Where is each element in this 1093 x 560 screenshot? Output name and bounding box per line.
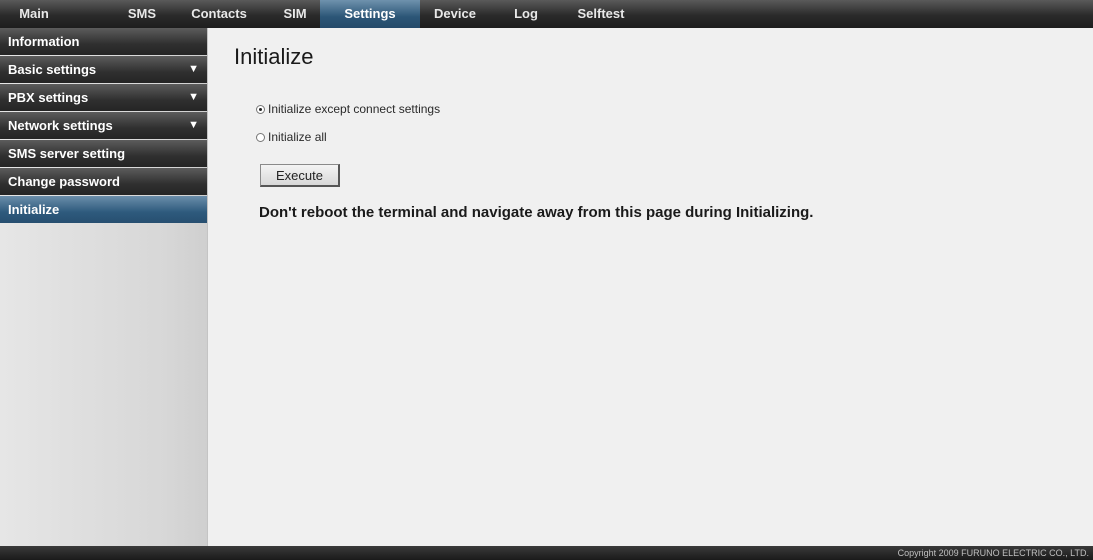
chevron-down-icon: ▼: [188, 91, 199, 103]
sidebar-item-label: Basic settings: [8, 62, 97, 77]
sidebar-item-network-settings[interactable]: Network settings ▼: [0, 112, 207, 139]
radio-initialize-all[interactable]: Initialize all: [256, 128, 327, 146]
sidebar-item-label: Information: [8, 34, 80, 49]
sidebar-item-label: Initialize: [8, 202, 60, 217]
radio-label: Initialize except connect settings: [268, 102, 441, 116]
sidebar-item-change-password[interactable]: Change password: [0, 168, 207, 195]
warning-message: Don't reboot the terminal and navigate a…: [259, 204, 814, 221]
top-navigation: Main SMS Contacts SIM Settings Device Lo…: [0, 0, 1093, 28]
main-content: Initialize Initialize except connect set…: [208, 28, 1093, 546]
page-title: Initialize: [234, 44, 314, 69]
footer: Copyright 2009 FURUNO ELECTRIC CO., LTD.: [0, 546, 1093, 560]
sidebar-item-basic-settings[interactable]: Basic settings ▼: [0, 56, 207, 83]
sidebar-item-label: Network settings: [8, 118, 113, 133]
tab-selftest[interactable]: Selftest: [562, 0, 640, 28]
sidebar: Information Basic settings ▼ PBX setting…: [0, 28, 208, 546]
radio-label: Initialize all: [268, 130, 327, 144]
chevron-down-icon: ▼: [188, 119, 199, 131]
execute-button[interactable]: Execute: [260, 164, 340, 187]
tab-main[interactable]: Main: [0, 0, 68, 28]
sidebar-item-sms-server-setting[interactable]: SMS server setting: [0, 140, 207, 167]
sidebar-item-label: SMS server setting: [8, 146, 126, 161]
radio-initialize-except-connect[interactable]: Initialize except connect settings: [256, 100, 440, 118]
tab-device[interactable]: Device: [420, 0, 490, 28]
sidebar-item-label: Change password: [8, 174, 120, 189]
sidebar-item-information[interactable]: Information: [0, 28, 207, 55]
copyright-text: Copyright 2009 FURUNO ELECTRIC CO., LTD.: [897, 548, 1089, 558]
tab-settings[interactable]: Settings: [320, 0, 420, 28]
tab-sms[interactable]: SMS: [68, 0, 168, 28]
radio-button[interactable]: [256, 132, 265, 142]
chevron-down-icon: ▼: [188, 63, 199, 75]
sidebar-item-label: PBX settings: [8, 90, 89, 105]
tab-log[interactable]: Log: [490, 0, 562, 28]
tab-sim[interactable]: SIM: [270, 0, 320, 28]
sidebar-item-initialize[interactable]: Initialize: [0, 196, 207, 223]
radio-button-checked[interactable]: [256, 104, 265, 114]
sidebar-item-pbx-settings[interactable]: PBX settings ▼: [0, 84, 207, 111]
tab-contacts[interactable]: Contacts: [168, 0, 270, 28]
